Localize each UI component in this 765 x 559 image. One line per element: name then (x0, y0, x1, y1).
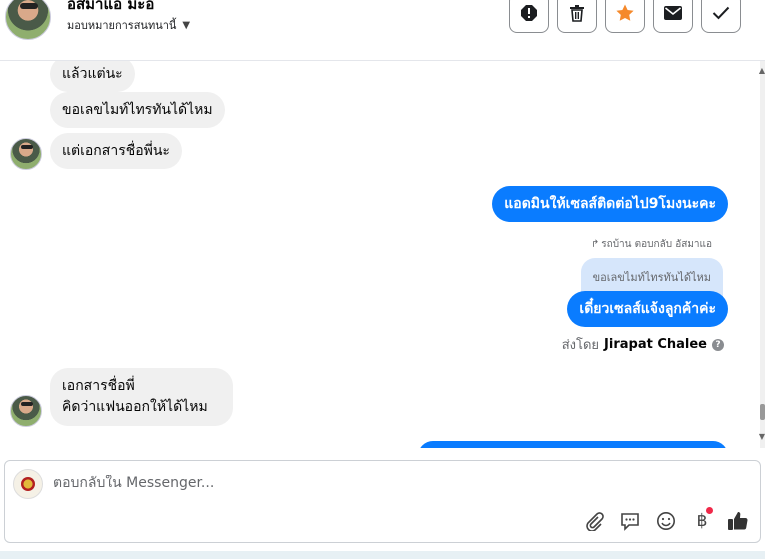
like-icon[interactable] (726, 509, 750, 533)
page-avatar (13, 469, 43, 499)
scroll-up-icon[interactable]: ▲ (759, 66, 765, 75)
envelope-icon (664, 6, 682, 20)
scroll-thumb[interactable] (760, 404, 765, 420)
trash-icon (570, 5, 584, 22)
reply-arrow-icon: ↱ (590, 239, 600, 250)
mark-done-button[interactable] (701, 0, 741, 33)
sent-by-prefix: ส่งโดย (561, 338, 600, 353)
contact-avatar[interactable] (5, 0, 51, 40)
contact-avatar-small[interactable] (10, 138, 42, 170)
reply-meta: ↱ รถบ้าน ตอบกลับ อัสมาแอ (591, 237, 712, 252)
message-scrollbar[interactable] (760, 61, 765, 448)
emoji-icon[interactable] (654, 509, 678, 533)
sent-by: ส่งโดย Jirapat Chalee ? (562, 334, 724, 355)
caret-down-icon: ▼ (182, 19, 191, 31)
spam-button[interactable] (509, 0, 549, 33)
incoming-message[interactable]: เอกสารชื่อพี่ คิดว่าแฟนออกให้ได้ไหม (50, 368, 233, 426)
conversation-header: อัสมาแอ มะอิ มอบหมายการสนทนานี้ ▼ (0, 0, 765, 61)
incoming-message[interactable]: แต่เอกสารชื่อพี่นะ (50, 133, 182, 169)
outgoing-message-partial[interactable] (418, 441, 728, 448)
bottom-strip (0, 551, 765, 559)
incoming-message[interactable]: ขอเลขไมท์ไทรทันได้ไหม (50, 92, 225, 128)
reply-composer: ฿ (4, 460, 761, 543)
message-line: เอกสารชื่อพี่ (62, 378, 135, 394)
message-line: คิดว่าแฟนออกให้ได้ไหม (62, 399, 208, 415)
attachment-icon[interactable] (582, 509, 606, 533)
reply-input[interactable] (53, 475, 553, 491)
assign-label: มอบหมายการสนทนานี้ (67, 19, 177, 32)
scroll-down-icon[interactable]: ▼ (759, 432, 765, 441)
outgoing-message[interactable]: เดี๋ยวเซลส์แจ้งลูกค้าค่ะ (567, 291, 728, 327)
notification-dot (706, 507, 713, 514)
assign-conversation-dropdown[interactable]: มอบหมายการสนทนานี้ ▼ (67, 16, 190, 34)
check-icon (712, 6, 730, 20)
contact-avatar-small[interactable] (10, 395, 42, 427)
alert-icon (521, 5, 537, 21)
delete-button[interactable] (557, 0, 597, 33)
star-icon (616, 4, 634, 21)
help-icon[interactable]: ? (712, 338, 724, 351)
baht-payment-icon[interactable]: ฿ (690, 507, 714, 533)
incoming-message[interactable]: แล้วแต่นะ (50, 61, 135, 92)
mark-unread-button[interactable] (653, 0, 693, 33)
star-button[interactable] (605, 0, 645, 33)
page-logo-icon (21, 477, 35, 491)
saved-reply-icon[interactable] (618, 509, 642, 533)
reply-meta-text: รถบ้าน ตอบกลับ อัสมาแอ (601, 239, 712, 250)
outgoing-message[interactable]: แอดมินให้เซลส์ติดต่อไป9โมงนะคะ (492, 186, 728, 222)
message-list[interactable]: แล้วแต่นะ ขอเลขไมท์ไทรทันได้ไหม แต่เอกสา… (0, 61, 760, 448)
messenger-conversation: อัสมาแอ มะอิ มอบหมายการสนทนานี้ ▼ แล้วแต… (0, 0, 765, 559)
sent-by-name[interactable]: Jirapat Chalee (604, 337, 707, 352)
baht-symbol: ฿ (696, 511, 708, 531)
contact-name[interactable]: อัสมาแอ มะอิ (67, 0, 154, 16)
